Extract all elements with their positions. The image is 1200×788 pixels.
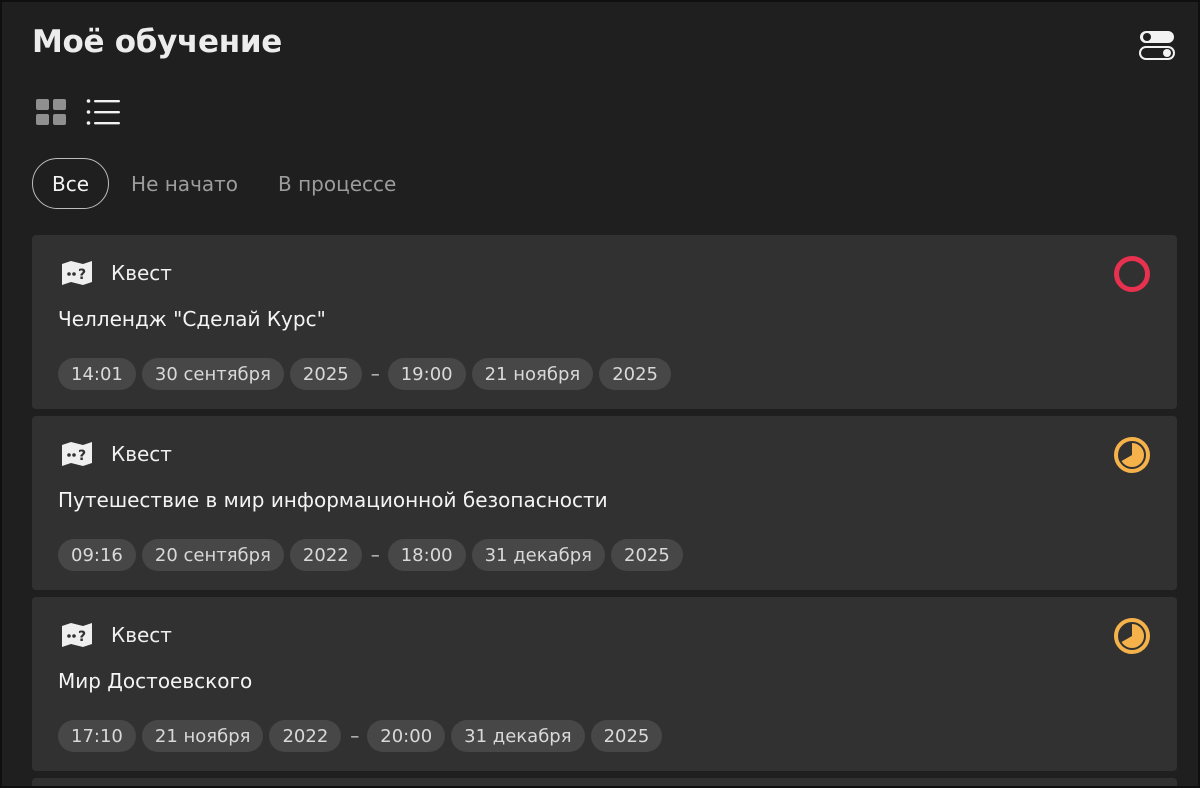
start-year: 2022	[289, 539, 362, 571]
start-time: 09:16	[58, 539, 136, 571]
list-view-icon[interactable]	[86, 97, 120, 127]
end-time: 18:00	[387, 539, 466, 571]
start-year: 2025	[289, 358, 362, 390]
course-card[interactable]: ? Квест Путешествие в мир информационной…	[32, 416, 1177, 590]
end-date: 21 ноября	[471, 358, 594, 390]
end-year: 2025	[599, 358, 672, 390]
card-type-label: Квест	[111, 623, 172, 647]
end-date: 31 декабря	[451, 720, 585, 752]
status-in-progress-icon	[1114, 618, 1150, 654]
filter-tabs: Все Не начато В процессе	[32, 158, 416, 209]
end-time: 19:00	[387, 358, 466, 390]
toggle-switches-icon[interactable]	[1139, 29, 1175, 61]
card-title: Челлендж "Сделай Курс"	[58, 307, 326, 331]
card-type-label: Квест	[111, 442, 172, 466]
card-title: Мир Достоевского	[58, 669, 253, 693]
svg-text:?: ?	[78, 267, 86, 283]
start-date: 21 ноября	[141, 720, 264, 752]
start-date: 20 сентября	[141, 539, 284, 571]
date-separator: –	[370, 363, 380, 385]
card-type: ? Квест	[59, 621, 172, 649]
course-card[interactable]	[32, 778, 1177, 786]
end-year: 2025	[611, 539, 683, 571]
card-type-label: Квест	[111, 261, 172, 285]
course-card[interactable]: ? Квест Мир Достоевского 17:10 21 ноября…	[32, 597, 1177, 771]
date-separator: –	[350, 725, 360, 747]
quest-map-icon: ?	[62, 442, 92, 466]
card-type: ? Квест	[59, 259, 172, 287]
start-year: 2022	[269, 720, 342, 752]
view-switch	[34, 97, 120, 127]
app-window: Моё обучение Все Не начато В процессе ? …	[0, 0, 1200, 788]
card-type: ? Квест	[59, 440, 172, 468]
filter-in-progress[interactable]: В процессе	[258, 158, 416, 209]
filter-not-started[interactable]: Не начато	[111, 158, 258, 209]
filter-all[interactable]: Все	[32, 158, 110, 209]
end-time: 20:00	[367, 720, 446, 752]
date-range: 17:10 21 ноября 2022 – 20:00 31 декабря …	[58, 720, 668, 752]
svg-text:?: ?	[78, 448, 86, 464]
end-year: 2025	[590, 720, 663, 752]
end-date: 31 декабря	[471, 539, 606, 571]
start-date: 30 сентября	[141, 358, 284, 390]
status-not-started-icon	[1114, 256, 1150, 292]
date-range: 09:16 20 сентября 2022 – 18:00 31 декабр…	[58, 539, 689, 571]
page-title: Моё обучение	[32, 24, 282, 60]
course-list: ? Квест Челлендж "Сделай Курс" 14:01 30 …	[32, 235, 1177, 786]
status-in-progress-icon	[1114, 437, 1150, 473]
course-card[interactable]: ? Квест Челлендж "Сделай Курс" 14:01 30 …	[32, 235, 1177, 409]
svg-text:?: ?	[78, 629, 86, 645]
start-time: 14:01	[58, 358, 136, 390]
date-separator: –	[370, 544, 380, 566]
quest-map-icon: ?	[62, 261, 92, 285]
date-range: 14:01 30 сентября 2025 – 19:00 21 ноября…	[58, 358, 677, 390]
quest-map-icon: ?	[62, 623, 92, 647]
start-time: 17:10	[58, 720, 136, 752]
card-title: Путешествие в мир информационной безопас…	[58, 488, 608, 512]
grid-view-icon[interactable]	[34, 97, 68, 127]
